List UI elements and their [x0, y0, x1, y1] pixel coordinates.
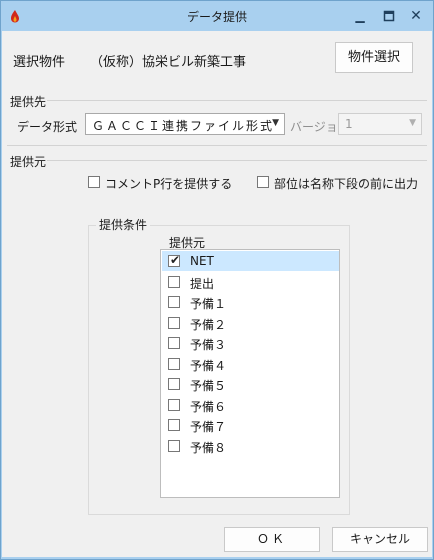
cancel-button[interactable]: キャンセル [332, 527, 428, 552]
list-item-checkbox[interactable] [168, 296, 180, 308]
source-list[interactable]: ✔ NET 提出予備１ 予備２ 予備３ 予備４ 予備５ 予備６ 予備７ 予備８ [160, 249, 340, 498]
conditions-label: 提供条件 [96, 216, 151, 233]
chevron-down-icon: ▼ [409, 118, 416, 128]
list-item-checkbox[interactable] [168, 357, 180, 370]
list-item[interactable]: 提出 [162, 272, 339, 292]
list-item[interactable]: 予備２ [162, 313, 339, 333]
list-item[interactable]: 予備４ [162, 354, 339, 374]
list-item[interactable]: 予備６ [162, 395, 339, 415]
title-bar[interactable]: データ提供 ▁ ✕ [1, 1, 433, 31]
source-group-divider [47, 160, 427, 161]
list-item-label: 予備５ [190, 379, 227, 393]
list-item-label: 予備２ [190, 317, 227, 332]
dialog-client: 選択物件 （仮称）協栄ビル新築工事 物件選択 提供先 データ形式 ＧＡＣＣＩ連携… [2, 31, 432, 557]
checkmark-icon: ✔ [170, 253, 181, 267]
list-item-label: 予備３ [190, 338, 227, 352]
chevron-down-icon: ▼ [272, 118, 279, 128]
list-item-checkbox[interactable] [168, 275, 180, 288]
list-item-label: 予備１ [190, 297, 227, 311]
select-property-button[interactable]: 物件選択 [335, 42, 413, 73]
dest-group-divider [47, 100, 427, 101]
list-item-label: 予備４ [190, 358, 227, 373]
part-order-label: 部位は名称下段の前に出力 [274, 177, 419, 191]
format-label: データ形式 [17, 120, 78, 134]
version-value: 1 [345, 117, 355, 131]
format-value: ＧＡＣＣＩ連携ファイル形式 [92, 119, 275, 133]
part-order-checkbox[interactable] [257, 176, 269, 188]
ok-button[interactable]: ＯＫ [224, 527, 320, 552]
comment-p-checkbox[interactable] [88, 176, 100, 188]
list-item[interactable]: ✔ NET [162, 251, 339, 271]
property-name: （仮称）協栄ビル新築工事 [90, 55, 247, 70]
list-item-label: 予備７ [190, 420, 227, 434]
list-item[interactable]: 予備７ [162, 415, 339, 435]
list-item-checkbox[interactable] [168, 316, 180, 329]
close-icon[interactable]: ✕ [406, 7, 426, 25]
minimize-icon[interactable]: ▁ [350, 7, 370, 25]
comment-p-label: コメントP行を提供する [105, 177, 233, 191]
list-item[interactable]: 予備８ [162, 436, 339, 456]
source-group-label: 提供元 [10, 155, 47, 169]
list-item-checkbox[interactable] [168, 398, 180, 411]
list-item-checkbox[interactable] [168, 378, 180, 390]
list-item-checkbox[interactable] [168, 337, 180, 349]
format-select[interactable]: ＧＡＣＣＩ連携ファイル形式 ▼ [85, 113, 285, 135]
list-item-checkbox[interactable]: ✔ [168, 253, 181, 267]
list-item-checkbox[interactable] [168, 439, 180, 452]
dest-group-bottom [7, 145, 427, 146]
list-item-label: 予備８ [190, 440, 227, 455]
maximize-icon[interactable] [379, 7, 399, 25]
version-select: 1 ▼ [338, 113, 422, 135]
list-item-label: 提出 [190, 276, 215, 291]
dialog-window: データ提供 ▁ ✕ 選択物件 （仮称）協栄ビル新築工事 物件選択 提供先 データ… [0, 0, 434, 560]
dest-group-label: 提供先 [10, 95, 47, 109]
list-item[interactable]: 予備３ [162, 333, 339, 353]
list-item[interactable]: 予備５ [162, 374, 339, 394]
list-item-label: NET [190, 254, 214, 268]
property-label: 選択物件 [13, 55, 66, 70]
list-item-label: 予備６ [190, 399, 227, 414]
list-item[interactable]: 予備１ [162, 292, 339, 312]
list-item-checkbox[interactable] [168, 419, 180, 431]
